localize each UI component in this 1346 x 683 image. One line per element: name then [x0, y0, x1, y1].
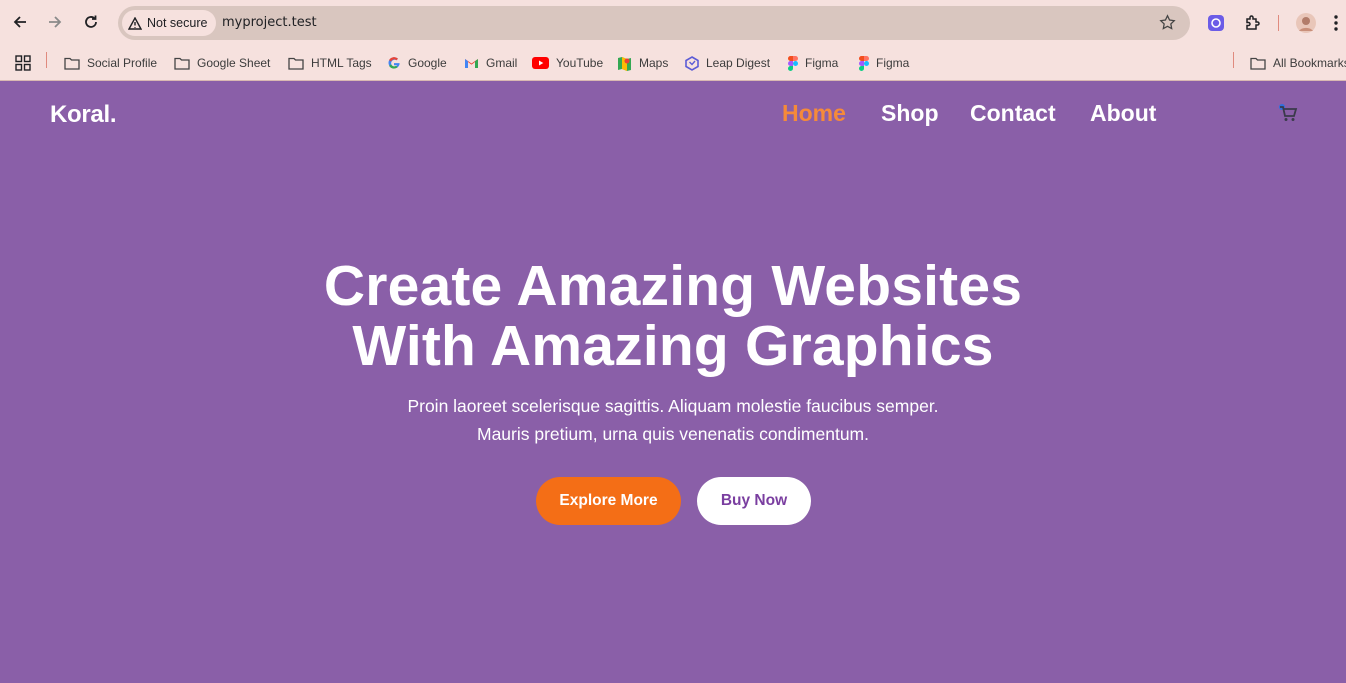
bookmark-star-button[interactable] — [1159, 14, 1176, 36]
extensions-button[interactable] — [1242, 12, 1264, 34]
security-chip[interactable]: Not secure — [122, 10, 217, 36]
buy-now-button[interactable]: Buy Now — [697, 477, 811, 525]
profile-button[interactable] — [1295, 12, 1317, 34]
bookmark-figma-1[interactable]: Figma — [788, 52, 838, 74]
nav-about[interactable]: About — [1090, 100, 1156, 127]
bookmark-label: YouTube — [556, 56, 604, 70]
bookmark-youtube[interactable]: YouTube — [532, 52, 603, 74]
bookmark-label: Gmail — [486, 56, 518, 70]
forward-arrow-icon — [49, 16, 62, 28]
bookmark-label: Figma — [805, 56, 839, 70]
figma-icon — [859, 55, 869, 71]
hero-subtitle-line-1: Proin laoreet scelerisque sagittis. Aliq… — [407, 396, 939, 416]
all-bookmarks-label: All Bookmarks — [1273, 56, 1346, 70]
bookmark-label: Figma — [876, 56, 910, 70]
folder-icon — [174, 57, 190, 70]
reload-icon — [85, 15, 97, 28]
bookmark-label: Google Sheet — [197, 56, 271, 70]
browser-menu-button[interactable] — [1330, 12, 1342, 34]
address-bar[interactable]: Not secure myproject.test — [118, 6, 1190, 40]
hero-subtitle-line-2: Mauris pretium, urna quis venenatis cond… — [477, 424, 869, 444]
bookmark-google[interactable]: Google — [387, 52, 447, 74]
bookmarks-divider-right — [1233, 52, 1234, 68]
folder-icon — [288, 57, 304, 70]
bookmark-gmail[interactable]: Gmail — [464, 52, 517, 74]
toolbar-divider — [1278, 15, 1279, 31]
google-icon — [388, 57, 400, 69]
youtube-icon — [532, 57, 549, 69]
bookmark-label: Leap Digest — [706, 56, 771, 70]
browser-toolbar: Not secure myproject.test — [0, 0, 1346, 46]
more-vertical-icon — [1334, 15, 1338, 31]
bookmark-label: Social Profile — [87, 56, 158, 70]
gmail-icon — [465, 59, 478, 68]
hero-subtitle: Proin laoreet scelerisque sagittis. Aliq… — [0, 392, 1346, 448]
figma-icon — [788, 55, 798, 71]
nav-home[interactable]: Home — [782, 100, 846, 127]
leap-digest-icon — [685, 55, 699, 71]
site-logo[interactable]: Koral. — [50, 101, 117, 129]
bookmark-label: Google — [408, 56, 447, 70]
bookmark-leap-digest[interactable]: Leap Digest — [685, 52, 770, 74]
url-text[interactable]: myproject.test — [222, 15, 317, 30]
reload-button[interactable] — [80, 11, 102, 33]
star-icon — [1159, 14, 1176, 30]
warning-icon — [128, 16, 142, 30]
back-arrow-icon — [13, 16, 26, 28]
bookmark-label: HTML Tags — [311, 56, 372, 70]
bookmarks-divider — [46, 52, 47, 68]
extension-badge-icon — [1208, 15, 1224, 31]
bookmark-figma-2[interactable]: Figma — [859, 52, 909, 74]
bookmark-maps[interactable]: Maps — [617, 52, 668, 74]
folder-icon — [1250, 57, 1266, 70]
explore-more-button[interactable]: Explore More — [536, 477, 681, 525]
nav-contact[interactable]: Contact — [970, 100, 1056, 127]
apps-grid-icon — [15, 55, 31, 71]
apps-button[interactable] — [15, 52, 31, 74]
bookmark-label: Maps — [639, 56, 669, 70]
back-button[interactable] — [9, 11, 31, 33]
extension-button[interactable] — [1205, 12, 1227, 34]
bookmark-google-sheet[interactable]: Google Sheet — [174, 52, 270, 74]
cart-icon — [1279, 104, 1298, 121]
folder-icon — [64, 57, 80, 70]
puzzle-icon — [1246, 15, 1260, 30]
security-label: Not secure — [147, 16, 208, 30]
forward-button[interactable] — [44, 11, 66, 33]
nav-shop[interactable]: Shop — [881, 100, 939, 127]
hero-title-line-1: Create Amazing Websites — [323, 254, 1023, 318]
all-bookmarks-button[interactable]: All Bookmarks — [1250, 52, 1346, 74]
site-header: Koral. Home Shop Contact About — [0, 81, 1346, 151]
hero-title: Create Amazing Websites With Amazing Gra… — [0, 256, 1346, 376]
bookmarks-bar: Social Profile Google Sheet HTML Tags Go… — [0, 46, 1346, 81]
hero-title-line-2: With Amazing Graphics — [352, 314, 994, 378]
bookmark-social-profile[interactable]: Social Profile — [64, 52, 157, 74]
avatar-icon — [1296, 13, 1316, 33]
bookmark-html-tags[interactable]: HTML Tags — [288, 52, 372, 74]
cart-button[interactable] — [1278, 104, 1298, 127]
maps-icon — [618, 56, 631, 71]
